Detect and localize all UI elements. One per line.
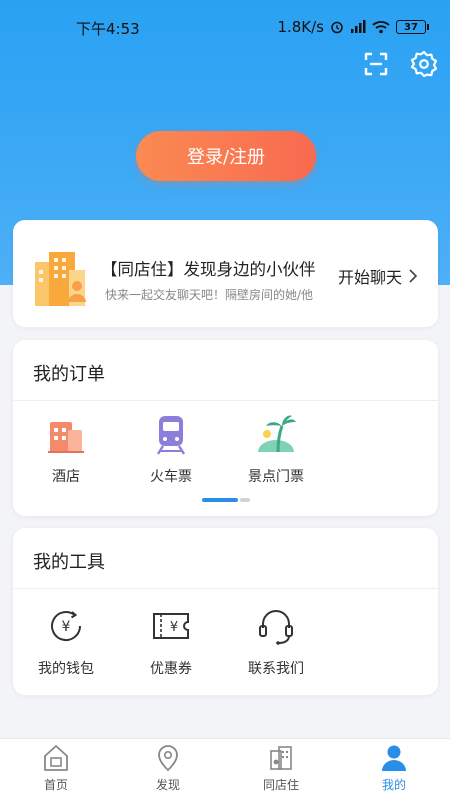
order-item-label: 景点门票	[248, 469, 304, 485]
gear-icon[interactable]	[410, 50, 438, 78]
orders-page-indicator	[202, 498, 250, 502]
orders-section-title: 我的订单	[33, 364, 105, 385]
status-bar: 下午4:53 1.8K/s 37	[0, 14, 450, 42]
tool-item-label: 优惠券	[150, 661, 192, 677]
tab-label: 同店住	[262, 778, 299, 792]
tab-label: 发现	[155, 778, 180, 792]
alarm-icon	[331, 21, 343, 34]
my-orders-card: 我的订单 酒店 火车票 景点门票	[13, 340, 438, 516]
order-item-label: 酒店	[52, 469, 80, 485]
tab-label: 首页	[43, 778, 68, 792]
divider	[13, 400, 438, 401]
tab-home[interactable]: 首页	[21, 743, 91, 793]
same-hotel-promo-card[interactable]: 【同店住】发现身边的小伙伴 快来一起交友聊天吧！隔壁房间的她/他 开始聊天	[13, 220, 438, 327]
order-item-hotel[interactable]: 酒店	[21, 412, 111, 486]
tool-item-label: 联系我们	[248, 661, 304, 677]
tools-section-title: 我的工具	[33, 552, 105, 573]
location-icon	[158, 745, 178, 772]
login-register-button[interactable]: 登录/注册	[136, 131, 316, 181]
promo-subtitle: 快来一起交友聊天吧！隔壁房间的她/他	[105, 288, 314, 302]
tool-item-contact-us[interactable]: 联系我们	[231, 604, 321, 678]
order-item-scenic-ticket[interactable]: 景点门票	[231, 412, 321, 486]
chevron-right-icon	[409, 269, 418, 283]
wallet-icon: ¥	[51, 611, 81, 641]
status-indicators: 1.8K/s 37	[277, 18, 429, 36]
user-icon	[382, 745, 406, 771]
page-indicator-inactive	[240, 498, 250, 502]
order-item-label: 火车票	[150, 469, 192, 485]
train-icon	[156, 416, 186, 455]
order-item-train-ticket[interactable]: 火车票	[126, 412, 216, 486]
scan-icon[interactable]	[362, 50, 390, 78]
divider	[13, 588, 438, 589]
tab-discover[interactable]: 发现	[133, 743, 203, 793]
svg-text:¥: ¥	[170, 620, 178, 635]
tab-label: 我的	[381, 778, 406, 792]
tool-item-coupon[interactable]: ¥ 优惠券	[126, 604, 216, 678]
start-chat-label: 开始聊天	[337, 268, 402, 287]
svg-text:¥: ¥	[62, 619, 71, 635]
wifi-icon	[372, 21, 390, 34]
tool-item-wallet[interactable]: ¥ 我的钱包	[21, 604, 111, 678]
bottom-tab-bar: 首页 发现 同店住 我的	[0, 738, 450, 800]
scenic-ticket-icon	[258, 415, 296, 453]
same-hotel-icon	[270, 746, 292, 770]
status-time: 下午4:53	[76, 20, 140, 38]
headset-icon	[259, 610, 293, 645]
tab-mine[interactable]: 我的	[359, 743, 429, 793]
page-indicator-active	[202, 498, 238, 502]
tool-item-label: 我的钱包	[38, 661, 94, 677]
promo-title: 【同店住】发现身边的小伙伴	[101, 260, 316, 279]
header-actions	[362, 50, 438, 78]
tab-same-hotel[interactable]: 同店住	[246, 743, 316, 793]
start-chat-link[interactable]: 开始聊天	[338, 264, 418, 288]
network-speed: 1.8K/s	[277, 18, 324, 36]
buildings-illustration-icon	[35, 252, 86, 306]
my-tools-card: 我的工具 ¥ 我的钱包 ¥ 优惠券 联系我们	[13, 528, 438, 695]
coupon-icon: ¥	[153, 613, 189, 639]
home-icon	[44, 745, 68, 771]
battery-icon: 37	[396, 20, 429, 34]
signal-icon	[351, 20, 366, 33]
hotel-icon	[48, 422, 84, 453]
